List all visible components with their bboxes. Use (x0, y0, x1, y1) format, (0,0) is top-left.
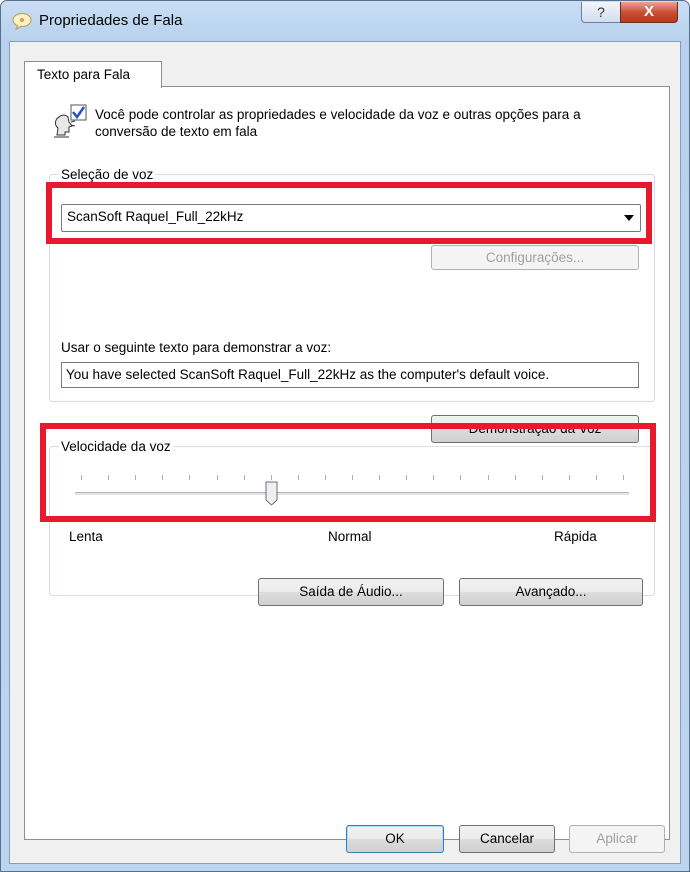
apply-button[interactable]: Aplicar (569, 825, 665, 853)
close-icon: X (643, 3, 654, 20)
window-title: Propriedades de Fala (39, 12, 183, 29)
cancel-button[interactable]: Cancelar (459, 825, 555, 853)
ok-button[interactable]: OK (346, 825, 444, 853)
settings-button[interactable]: Configurações... (431, 245, 639, 270)
help-button[interactable]: ? (581, 2, 621, 23)
preview-text-value: You have selected ScanSoft Raquel_Full_2… (66, 367, 550, 382)
tab-label: Texto para Fala (37, 67, 131, 82)
preview-text-input[interactable]: You have selected ScanSoft Raquel_Full_2… (61, 362, 639, 388)
audio-output-button[interactable]: Saída de Áudio... (258, 578, 444, 606)
help-icon: ? (597, 4, 605, 20)
close-button[interactable]: X (620, 2, 678, 23)
speaking-head-icon (54, 104, 87, 138)
speech-bubble-icon (12, 13, 32, 30)
intro-text: Você pode controlar as propriedades e ve… (95, 107, 581, 139)
voice-selection-label: Seleção de voz (59, 167, 156, 182)
advanced-button-label: Avançado... (515, 584, 587, 599)
audio-output-button-label: Saída de Áudio... (299, 584, 403, 599)
settings-button-label: Configurações... (485, 250, 585, 265)
voice-dropdown-highlight (46, 182, 652, 244)
cancel-button-label: Cancelar (479, 831, 535, 846)
preview-text-label: Usar o seguinte texto para demonstrar a … (61, 340, 332, 355)
advanced-button[interactable]: Avançado... (459, 578, 643, 606)
apply-button-label: Aplicar (596, 831, 638, 846)
speed-mid-label: Normal (328, 529, 372, 544)
dialog-client-area: Texto para Fala Você pode controlar as p… (9, 41, 681, 864)
title-bar[interactable]: Propriedades de Fala ? X (1, 1, 689, 41)
tab-panel: Você pode controlar as propriedades e ve… (24, 86, 670, 840)
speed-min-label: Lenta (69, 529, 103, 544)
ok-button-label: OK (385, 831, 405, 846)
speech-properties-window: Propriedades de Fala ? X Texto para Fala… (0, 0, 690, 872)
speed-max-label: Rápida (554, 529, 597, 544)
voice-speed-highlight (40, 423, 656, 522)
tab-text-to-speech[interactable]: Texto para Fala (24, 61, 162, 88)
